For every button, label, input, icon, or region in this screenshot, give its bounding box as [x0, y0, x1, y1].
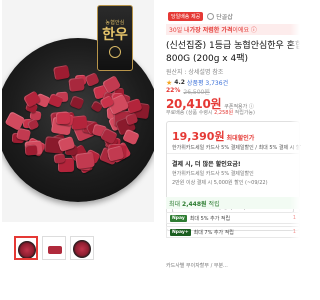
thumbnail-2[interactable]	[42, 236, 66, 260]
max-point-label: 최대	[169, 200, 181, 208]
star-icon: ★	[166, 78, 173, 87]
badge-top-text: 농협안심	[105, 19, 125, 26]
meat-cube	[74, 151, 95, 170]
hanwoo-badge: 농협안심 한우	[97, 5, 133, 71]
meat-cube	[52, 64, 71, 81]
lowest-price-banner[interactable]: 30일 내 가장 저렴한 가격 이에요 ⓘ	[166, 24, 300, 35]
thumbnail-3[interactable]	[70, 236, 94, 260]
rating-score: 4.2	[174, 79, 185, 86]
banner-prefix: 30일 내	[169, 27, 190, 34]
title-line-2: 800G (200g x 4팩)	[166, 54, 248, 64]
favorite-store-toggle[interactable]: 단골샵	[207, 12, 233, 21]
divider	[167, 153, 299, 154]
banner-suffix: 이에요 ⓘ	[232, 27, 257, 34]
card-discount-line: 한가위카드세일 카드사 5% 결제일할인 / 최대 5% 결제 시 할	[172, 145, 301, 151]
thumbnail-1[interactable]	[14, 236, 38, 260]
npay-row-2[interactable]: Npay+ 최대 7% 추가 적립 1	[166, 226, 300, 238]
max-discount-value: 19,390원	[172, 130, 225, 143]
npay-plus-badge: Npay+	[170, 228, 191, 236]
badge-main-text: 한우	[102, 26, 128, 43]
product-info-panel: 당일배송 제공 단골샵 30일 내 가장 저렴한 가격 이에요 ⓘ (신선집중)…	[160, 0, 300, 300]
product-tags: 당일배송 제공 단골샵	[168, 12, 233, 21]
banner-highlight: 가장 저렴한 가격	[189, 27, 233, 34]
product-main-image[interactable]: 농협안심 한우	[2, 0, 154, 222]
favorite-store-label: 단골샵	[216, 14, 233, 21]
meat-cube	[70, 114, 88, 130]
npay-plus-text: 최대 7% 추가 적립	[193, 229, 234, 236]
rating-row[interactable]: ★ 4.2 상품평 3,736건	[166, 78, 228, 88]
meat-cube	[56, 111, 71, 125]
badge-seal-icon	[109, 45, 121, 58]
thumbnail-strip	[14, 236, 94, 260]
review-count-link[interactable]: 상품평 3,736건	[187, 78, 228, 87]
payment-discount-title: 결제 시, 더 많은 할인요금!	[172, 161, 241, 168]
npay-badge: Npay	[170, 214, 187, 222]
shipping-info: 무료배송 (상품 수령시 2,258원 적립가능)	[166, 109, 255, 116]
shipping-text: 무료배송 (상품 수령시	[166, 110, 215, 116]
meat-cube	[24, 144, 37, 155]
meat-cube	[53, 153, 65, 164]
origin-info: 원산지 : 상세설명 참조	[166, 69, 224, 76]
payment-discount-head: 결제 시, 더 많은 할인요금!	[172, 159, 241, 168]
npay-text: 최대 5% 추가 적립	[189, 215, 231, 222]
max-point-row: 최대 2,448원 적립	[166, 197, 300, 209]
max-point-value: 2,448원	[182, 200, 207, 208]
max-discount-price: 19,390원 최대할인가	[172, 128, 254, 144]
payment-sub-1: 현가위카드세일 카드사 5% 결제일할인	[172, 171, 254, 177]
payment-sub-2: 2만원 이상 결제 시 5,000원 할인 (~09/22)	[172, 180, 268, 186]
product-title: (신선집중) 1등급 농협안심한우 혼합 국거리 800G (200g x 4팩…	[166, 40, 300, 66]
product-image-area: 농협안심 한우	[0, 0, 154, 222]
delivery-badge: 당일배송 제공	[168, 12, 204, 21]
max-point-suffix: 적립	[208, 200, 220, 208]
edge-fade	[290, 0, 300, 300]
max-discount-label: 최대할인가	[224, 135, 255, 142]
radio-circle-icon	[207, 13, 215, 20]
npay-row-1[interactable]: Npay 최대 5% 추가 적립 1	[166, 212, 300, 224]
meat-cube	[67, 76, 85, 92]
title-line-1: (신선집중) 1등급 농협안심한우 혼합 국거리	[166, 41, 300, 51]
shipping-suffix: 적립가능)	[233, 110, 255, 116]
card-installment-info[interactable]: 카드사별 무이자할부 / 부분...	[166, 262, 228, 269]
shipping-points: 2,258원	[214, 110, 234, 116]
